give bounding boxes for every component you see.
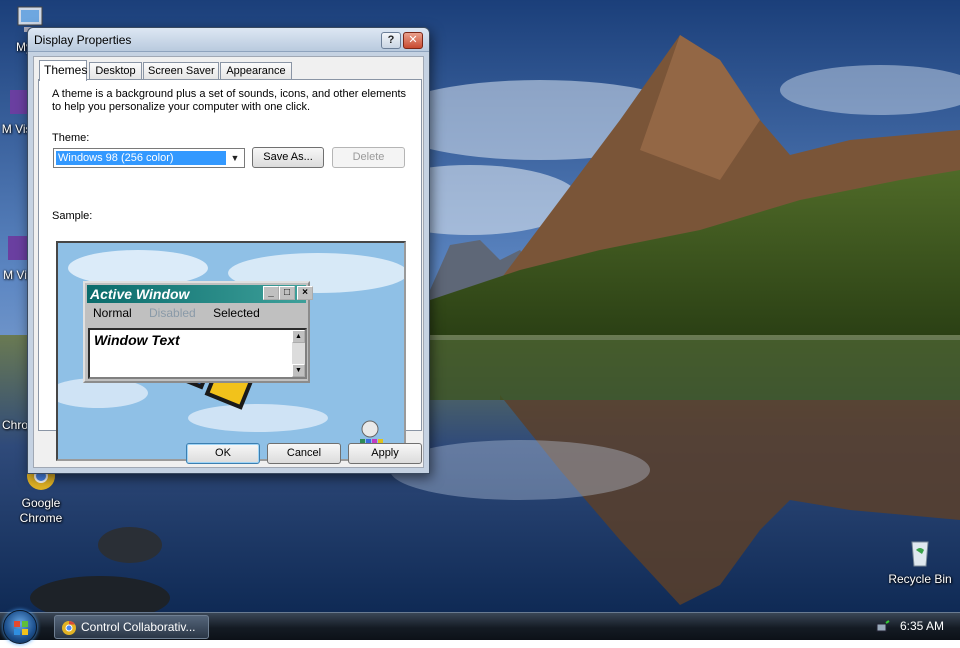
- themes-panel: A theme is a background plus a set of so…: [38, 79, 422, 461]
- sample-label: Sample:: [52, 210, 93, 222]
- scroll-down-icon: ▼: [292, 364, 305, 377]
- taskbar-item-chrome[interactable]: Control Collaborativ...: [54, 615, 209, 639]
- sample-menu-selected: Selected: [213, 306, 260, 320]
- close-icon: ×: [297, 286, 313, 300]
- sample-menu-normal: Normal: [93, 306, 132, 320]
- sample-menu-disabled: Disabled: [149, 306, 196, 320]
- delete-button[interactable]: Delete: [332, 147, 405, 168]
- theme-label: Theme:: [52, 132, 90, 144]
- title-bar[interactable]: Display Properties ? ✕: [28, 28, 429, 52]
- start-button[interactable]: [3, 610, 37, 644]
- cancel-button[interactable]: Cancel: [267, 443, 341, 464]
- sample-text-area: Window Text ▲ ▼: [88, 328, 307, 379]
- chrome-icon: [62, 621, 76, 635]
- desktop-icon-label: Recycle Bin: [888, 572, 952, 586]
- taskbar-item-label: Control Collaborativ...: [81, 620, 196, 634]
- recycle-bin-icon: [904, 536, 936, 568]
- maximize-icon: □: [279, 286, 295, 300]
- desktop-icon-label: Chro: [1, 418, 28, 432]
- sample-menu: Normal Disabled Selected: [93, 306, 274, 320]
- minimize-icon: _: [263, 286, 279, 300]
- scroll-up-icon: ▲: [292, 330, 305, 343]
- dialog-client-area: Themes Desktop Screen Saver Appearance A…: [33, 56, 424, 468]
- save-as-button[interactable]: Save As...: [252, 147, 324, 168]
- display-properties-window: Display Properties ? ✕ Themes Desktop Sc…: [27, 27, 430, 474]
- apply-button[interactable]: Apply: [348, 443, 422, 464]
- desktop-icon-label: Google Chrome: [19, 496, 63, 525]
- ok-button[interactable]: OK: [186, 443, 260, 464]
- help-button[interactable]: ?: [381, 32, 401, 49]
- taskbar: Control Collaborativ... 6:35 AM: [0, 610, 960, 644]
- theme-selected-value: Windows 98 (256 color): [56, 151, 226, 165]
- desktop-icon-recycle-bin[interactable]: Recycle Bin: [880, 536, 960, 587]
- tab-appearance[interactable]: Appearance: [220, 62, 292, 80]
- window-title: Display Properties: [34, 33, 132, 47]
- chevron-down-icon[interactable]: ▼: [227, 150, 243, 166]
- system-clock[interactable]: 6:35 AM: [900, 619, 944, 633]
- network-tray-icon[interactable]: [876, 620, 890, 634]
- tab-screen-saver[interactable]: Screen Saver: [143, 62, 219, 80]
- themes-description: A theme is a background plus a set of so…: [52, 88, 407, 113]
- close-button[interactable]: ✕: [403, 32, 423, 49]
- theme-dropdown[interactable]: Windows 98 (256 color) ▼: [53, 148, 245, 168]
- sample-window-text: Window Text: [94, 332, 180, 348]
- tab-themes[interactable]: Themes: [39, 60, 87, 81]
- theme-sample-preview: Active Window _ □ × Normal Disabled Sele…: [56, 241, 406, 461]
- sample-scrollbar: ▲ ▼: [292, 330, 305, 377]
- sample-window: Active Window _ □ × Normal Disabled Sele…: [83, 281, 313, 383]
- tab-desktop[interactable]: Desktop: [89, 62, 142, 80]
